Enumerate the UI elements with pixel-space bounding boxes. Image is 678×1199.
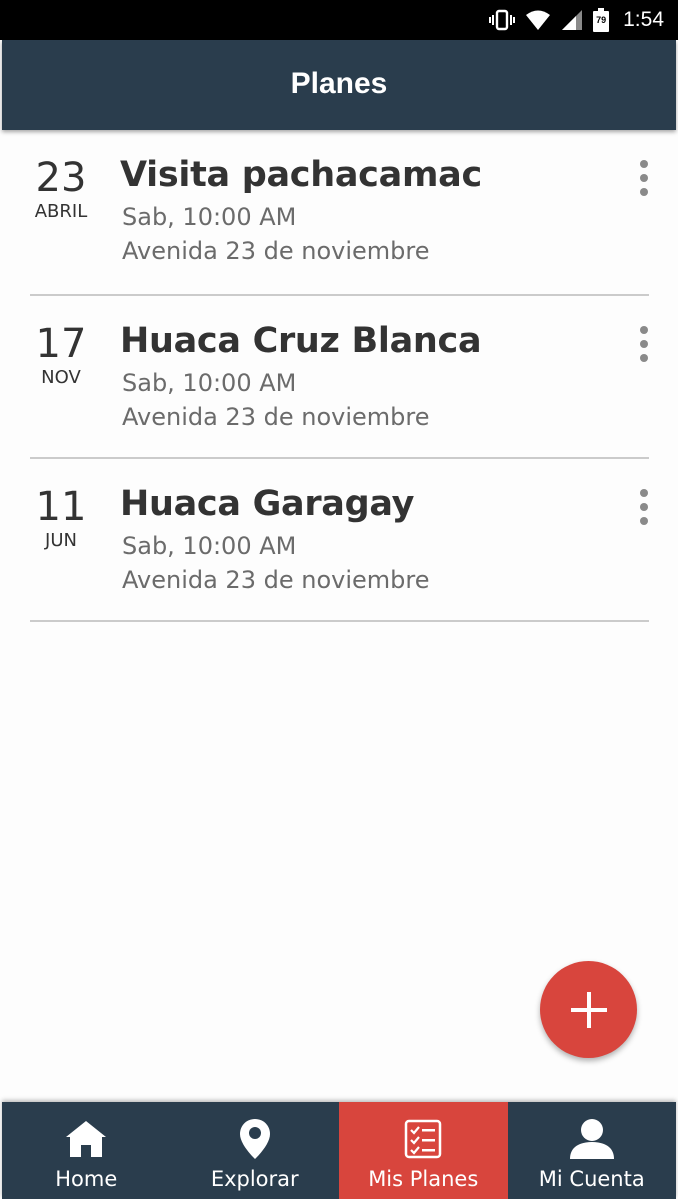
- plan-date-month: JUN: [45, 530, 77, 551]
- plan-time: Sab, 10:00 AM: [122, 369, 297, 397]
- nav-label: Explorar: [210, 1167, 299, 1191]
- more-vert-icon[interactable]: [632, 489, 656, 525]
- plan-list-item[interactable]: 11 JUN Huaca Garagay Sab, 10:00 AM Aveni…: [0, 459, 678, 622]
- plan-date-month: ABRIL: [34, 201, 88, 222]
- nav-label: Mi Cuenta: [538, 1167, 645, 1191]
- location-pin-icon: [239, 1118, 271, 1160]
- divider: [30, 620, 649, 622]
- plan-title: Huaca Garagay: [120, 484, 415, 524]
- battery-level-label: 79: [596, 15, 607, 25]
- plan-list-item[interactable]: 17 NOV Huaca Cruz Blanca Sab, 10:00 AM A…: [0, 296, 678, 459]
- wifi-icon: [525, 9, 551, 31]
- plan-list: 23 ABRIL Visita pachacamac Sab, 10:00 AM…: [0, 130, 678, 622]
- more-vert-icon[interactable]: [632, 160, 656, 196]
- status-icons: 79 1:54: [489, 0, 664, 40]
- cell-signal-icon: [561, 9, 583, 31]
- nav-mi-cuenta[interactable]: Mi Cuenta: [508, 1102, 677, 1199]
- status-time: 1:54: [623, 8, 664, 31]
- plan-address: Avenida 23 de noviembre: [122, 566, 430, 594]
- plus-icon: [570, 991, 607, 1028]
- plan-title: Visita pachacamac: [120, 155, 482, 195]
- plan-time: Sab, 10:00 AM: [122, 532, 297, 560]
- more-vert-icon[interactable]: [632, 326, 656, 362]
- bottom-nav: Home Explorar Mis Planes Mi Cuenta: [2, 1102, 676, 1199]
- plan-address: Avenida 23 de noviembre: [122, 237, 430, 265]
- home-icon: [64, 1118, 108, 1160]
- nav-label: Mis Planes: [368, 1167, 479, 1191]
- page-title: Planes: [290, 67, 388, 100]
- plan-date-day: 17: [35, 321, 87, 367]
- nav-mis-planes[interactable]: Mis Planes: [339, 1102, 508, 1199]
- plan-time: Sab, 10:00 AM: [122, 203, 297, 231]
- add-plan-button[interactable]: [540, 961, 637, 1058]
- plan-date-day: 11: [35, 484, 87, 530]
- checklist-icon: [404, 1118, 442, 1160]
- plan-date-day: 23: [35, 155, 87, 201]
- nav-label: Home: [55, 1167, 118, 1191]
- person-icon: [568, 1118, 616, 1160]
- plan-address: Avenida 23 de noviembre: [122, 403, 430, 431]
- app-bar: Planes: [2, 40, 676, 130]
- plan-list-item[interactable]: 23 ABRIL Visita pachacamac Sab, 10:00 AM…: [0, 130, 678, 296]
- nav-home[interactable]: Home: [2, 1102, 171, 1199]
- battery-icon: 79: [593, 8, 610, 32]
- nav-explorar[interactable]: Explorar: [171, 1102, 340, 1199]
- plan-title: Huaca Cruz Blanca: [120, 321, 482, 361]
- vibrate-icon: [489, 9, 516, 31]
- plan-date-month: NOV: [41, 367, 81, 388]
- status-bar: 79 1:54: [0, 0, 678, 40]
